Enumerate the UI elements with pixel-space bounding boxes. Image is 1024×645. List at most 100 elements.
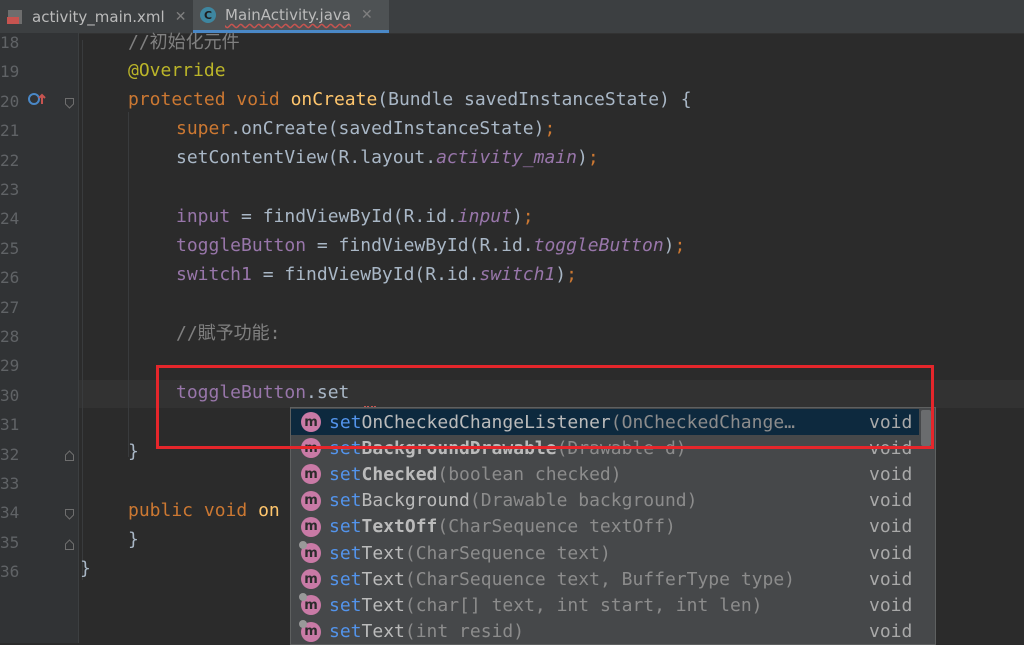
line-number[interactable]: 22 [0,151,19,171]
code-line-26[interactable]: switch1 = findViewById(R.id.switch1); [176,264,577,286]
method-icon: m [299,619,321,642]
fold-icon[interactable] [65,535,74,550]
svg-text:C: C [204,9,212,22]
code-text: ) [663,235,675,256]
line-number[interactable]: 32 [0,445,19,465]
method-signature: (boolean checked) [437,463,622,485]
method-name: TextOff [361,516,438,538]
code-text: ) [576,147,588,168]
tab-activity-main-xml[interactable]: activity_main.xml ✕ [0,0,190,33]
code-line-36[interactable]: } [80,558,91,580]
line-number[interactable]: 35 [0,533,19,553]
return-type: void [869,621,913,643]
match-prefix: set [329,490,362,512]
keyword: void [203,500,248,521]
method-icon: m [301,569,321,590]
fold-icon[interactable] [65,446,74,461]
semicolon: ; [566,264,577,285]
completion-item[interactable]: m set Text (CharSequence text) void [291,540,919,566]
line-number[interactable]: 23 [0,180,19,200]
code-text: ) [511,206,523,227]
close-icon[interactable]: ✕ [175,9,187,25]
match-prefix: set [329,463,362,485]
return-type: void [869,516,913,538]
return-type: void [869,568,913,590]
code-line-20[interactable]: protected void onCreate(Bundle savedInst… [128,89,692,111]
code-line-24[interactable]: input = findViewById(R.id.input); [176,206,534,228]
code-line-32[interactable]: } [128,441,139,463]
indent-guide [82,40,83,580]
line-number[interactable]: 21 [0,121,19,141]
line-number[interactable]: 18 [0,33,19,53]
line-number[interactable]: 33 [0,474,19,494]
code-text: (Bundle savedInstanceState) { [377,89,692,110]
method-icon: m [299,593,321,616]
tab-label: MainActivity.java [225,6,351,24]
fold-icon[interactable] [65,94,74,109]
line-number[interactable]: 20 [0,92,19,112]
brace: } [128,529,139,550]
indent-guide [128,112,129,457]
method-name: onCreate [290,89,378,110]
tab-main-activity-java[interactable]: C MainActivity.java ✕ [193,0,389,33]
code-text: ) [555,264,567,285]
semicolon: ; [544,118,556,139]
code-line-28[interactable]: //賦予功能: [176,323,281,345]
line-number[interactable]: 28 [0,327,19,347]
line-number[interactable]: 27 [0,298,19,318]
keyword: void [236,89,280,110]
fold-icon[interactable] [65,505,74,520]
code-line-22[interactable]: setContentView(R.layout.activity_main); [176,147,599,169]
method-signature: (char[] text, int start, int len) [404,594,763,616]
line-number[interactable]: 26 [0,268,19,288]
method-signature: (Drawable background) [469,490,698,512]
method-name: Background [361,490,470,512]
line-number[interactable]: 29 [0,356,19,376]
keyword: super [176,118,231,139]
close-icon[interactable]: ✕ [361,7,373,23]
line-number[interactable]: 30 [0,386,19,406]
code-text: = findViewById(R.id. [230,206,458,227]
code-line-19[interactable]: @Override [128,60,226,82]
completion-item[interactable]: m set Checked (boolean checked) void [291,461,919,487]
return-type: void [869,542,913,564]
code-line-25[interactable]: toggleButton = findViewById(R.id.toggleB… [176,235,685,257]
field-ref: toggleButton [533,235,664,256]
keyword: public [128,500,194,521]
method-signature: (CharSequence text) [404,542,611,564]
annotation: @Override [128,60,226,81]
match-prefix: set [329,542,362,564]
line-number[interactable]: 25 [0,239,19,259]
code-line-18[interactable]: //初始化元件 [128,32,240,54]
line-number[interactable]: 19 [0,62,19,82]
line-number[interactable]: 31 [0,415,19,435]
completion-item[interactable]: m set TextOff (CharSequence textOff) void [291,514,919,540]
line-number[interactable]: 34 [0,503,19,523]
line-number[interactable]: 36 [0,562,19,582]
match-prefix: set [329,621,362,643]
semicolon: ; [674,235,686,256]
xml-file-icon [6,8,24,26]
method-name: Checked [361,463,438,485]
return-type: void [869,594,913,616]
code-line-21[interactable]: super.onCreate(savedInstanceState); [176,118,555,140]
method-icon: m [301,516,321,537]
completion-item[interactable]: m set Text (CharSequence text, BufferType t… [291,566,919,592]
method-name: on [258,500,280,521]
code-line-34[interactable]: public void on [128,500,280,522]
gutter-divider [78,33,79,643]
code-line-35[interactable]: } [128,529,139,551]
line-number[interactable]: 24 [0,209,19,229]
annotation-highlight-box [156,365,934,449]
field-var: input [176,206,231,227]
method-name: Text [361,621,405,643]
completion-item[interactable]: m set Text (int resid) void [291,619,919,644]
completion-item[interactable]: m set Background (Drawable background) void [291,488,919,514]
method-name: Text [361,568,405,590]
override-method-icon[interactable] [27,91,49,111]
semicolon: ; [587,147,599,168]
field-ref: input [457,206,512,227]
completion-item[interactable]: m set Text (char[] text, int start, int len… [291,592,919,618]
keyword: protected [128,89,226,110]
brace: } [80,558,91,579]
